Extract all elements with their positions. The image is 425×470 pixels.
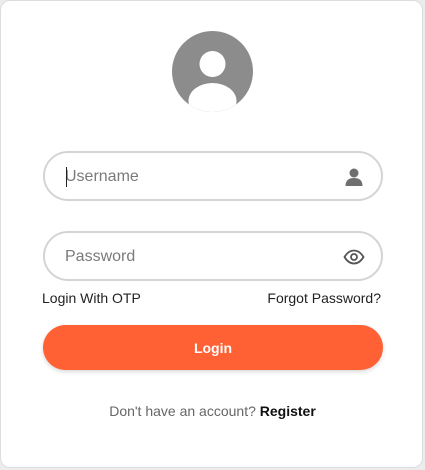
login-button[interactable]: Login (43, 325, 383, 370)
username-field[interactable] (43, 151, 383, 201)
user-avatar-icon (172, 31, 253, 112)
register-prompt-text: Don't have an account? (109, 403, 256, 419)
username-input[interactable] (65, 165, 325, 189)
eye-icon[interactable] (343, 246, 365, 268)
user-icon (343, 166, 365, 188)
password-input[interactable] (65, 245, 325, 269)
register-prompt-line: Don't have an account? Register (1, 403, 424, 419)
password-field[interactable] (43, 231, 383, 281)
login-with-otp-link[interactable]: Login With OTP (42, 290, 141, 306)
login-card: Login With OTP Forgot Password? Login Do… (0, 0, 423, 468)
forgot-password-link[interactable]: Forgot Password? (267, 290, 381, 306)
register-link[interactable]: Register (260, 403, 316, 419)
text-cursor (66, 167, 67, 187)
